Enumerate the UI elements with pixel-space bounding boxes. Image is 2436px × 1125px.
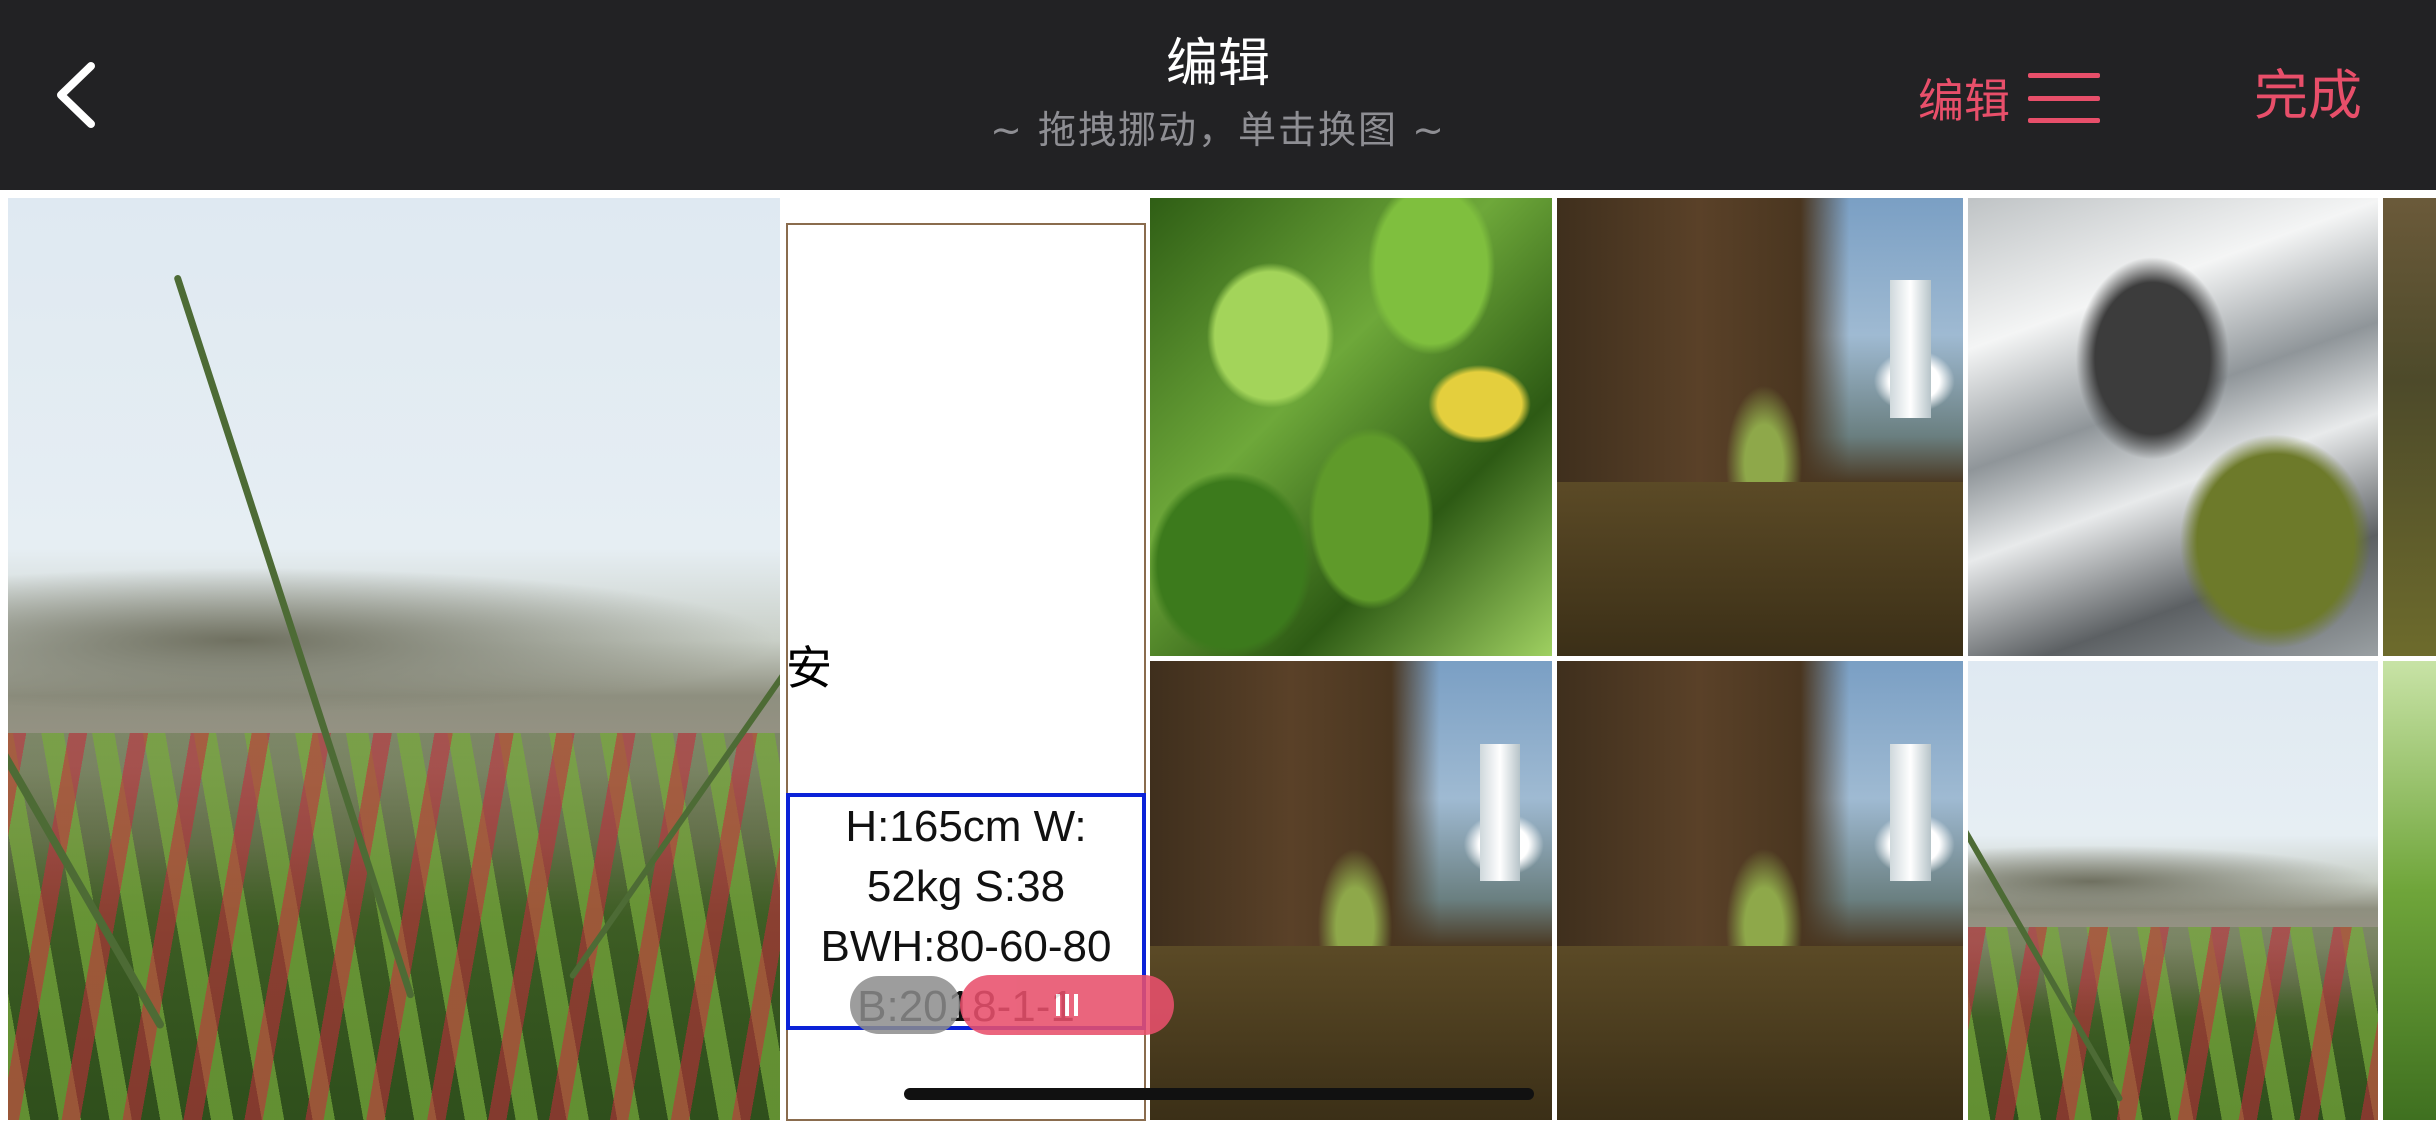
photo-waterfall-cliff[interactable] xyxy=(1557,198,1963,656)
info-line-height-weight: H:165cm W: xyxy=(845,802,1087,851)
photo-edge-slice-top[interactable] xyxy=(2383,198,2436,656)
hamburger-icon xyxy=(2028,73,2100,123)
photo-beach-grass[interactable] xyxy=(8,198,780,1120)
edit-menu-button[interactable]: 编辑 xyxy=(1918,62,2100,134)
home-indicator[interactable] xyxy=(904,1088,1534,1100)
horizontal-scroll-handle[interactable] xyxy=(960,975,1174,1035)
edit-label: 编辑 xyxy=(1918,74,2010,128)
photo-waterfall-cliff-3[interactable] xyxy=(1557,661,1963,1120)
info-line-bwh: BWH:80-60-80 xyxy=(820,922,1112,971)
scroll-track xyxy=(850,976,960,1034)
top-navigation-bar: 编辑 ~ 拖拽挪动，单击换图 ~ 编辑 完成 xyxy=(0,0,2436,190)
photo-edge-slice-bottom[interactable] xyxy=(2383,661,2436,1120)
info-line-weight-size: 52kg S:38 xyxy=(866,862,1066,911)
photo-river-rapids[interactable] xyxy=(1968,198,2378,656)
done-button[interactable]: 完成 xyxy=(2254,60,2362,132)
card-character: 安 xyxy=(786,641,832,695)
photo-green-leaves[interactable] xyxy=(1150,198,1552,656)
photo-waterfall-cliff-2[interactable] xyxy=(1150,661,1552,1120)
photo-beach-grass-2[interactable] xyxy=(1968,661,2378,1120)
